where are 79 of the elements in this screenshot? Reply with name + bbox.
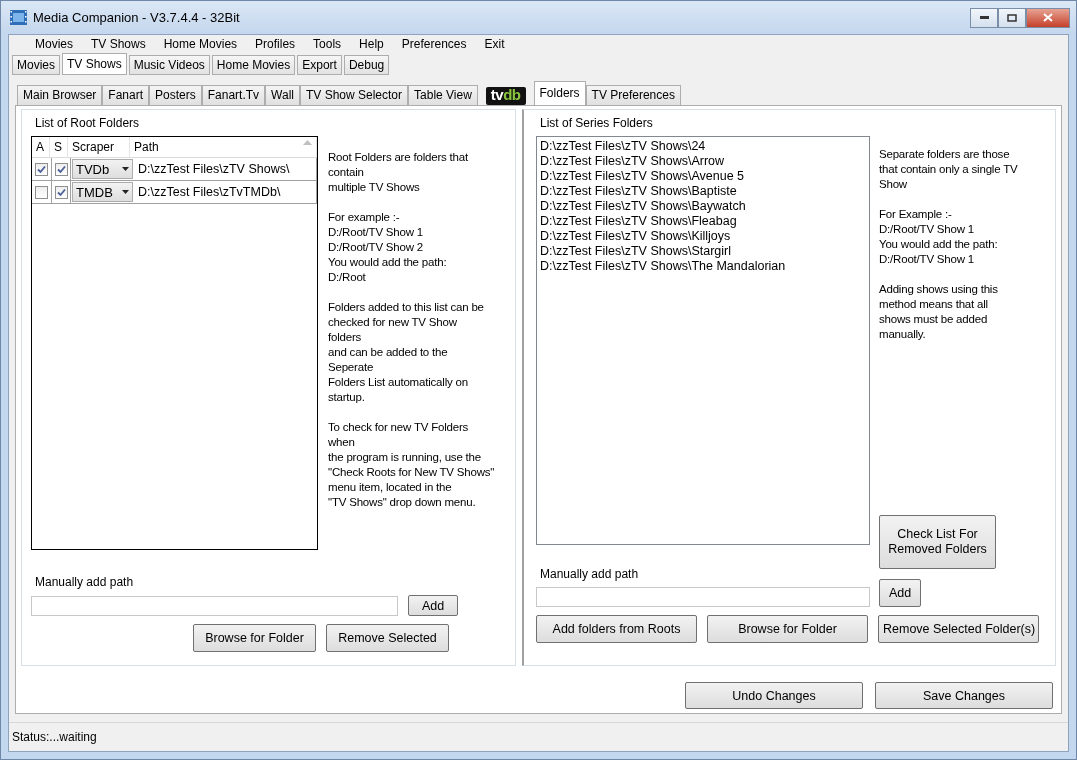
sort-icon	[303, 140, 312, 145]
close-icon	[1043, 13, 1053, 22]
menu-item[interactable]: Exit	[475, 37, 514, 51]
tab[interactable]: TV Shows	[62, 53, 127, 75]
column-header[interactable]: Path	[130, 137, 317, 157]
tab[interactable]: TV Preferences	[585, 85, 681, 105]
close-button[interactable]	[1026, 7, 1070, 28]
checkbox[interactable]	[54, 162, 68, 176]
list-item[interactable]: D:\zzTest Files\zTV Shows\The Mandalorian	[540, 259, 866, 274]
add-button[interactable]: Add	[408, 595, 458, 616]
menu-item[interactable]: Tools	[304, 37, 351, 51]
table-cell: D:\zzTest Files\zTvTMDb\	[134, 181, 317, 203]
button[interactable]: Browse for Folder	[707, 615, 868, 643]
button[interactable]: Undo Changes	[685, 682, 863, 709]
minimize-button[interactable]	[970, 7, 998, 28]
column-header[interactable]: A	[32, 137, 50, 157]
tab[interactable]: Main Browser	[17, 85, 103, 105]
tab[interactable]: Table View	[408, 85, 478, 105]
menu-item[interactable]: Help	[350, 37, 393, 51]
help-text: Separate folders are those that contain only a single TV Show	[879, 147, 1019, 192]
help-text: To check for new TV Folders when the program is running, use the "Check Roots for New TV Shows" menu item, located in the "TV Shows" drop down menu.	[328, 420, 495, 510]
button[interactable]: Remove Selected Folder(s)	[878, 615, 1039, 643]
checkbox[interactable]	[35, 162, 48, 176]
button[interactable]: Remove Selected	[326, 624, 449, 652]
list-item[interactable]: D:\zzTest Files\zTV Shows\Baptiste	[540, 184, 866, 199]
add-button[interactable]: Add	[879, 579, 921, 607]
help-text: Adding shows using this method means that all shows must be added manually.	[879, 282, 999, 342]
field-label: Manually add path	[539, 567, 640, 581]
maximize-icon	[1007, 13, 1017, 22]
window-title: Media Companion - V3.7.4.4 - 32Bit	[33, 10, 240, 25]
tab[interactable]: Movies	[12, 55, 60, 75]
path-input-field[interactable]	[536, 587, 870, 607]
menu-item[interactable]: Movies	[26, 37, 82, 51]
scraper-dropdown[interactable]: TMDB	[72, 182, 133, 202]
section-title: List of Root Folders	[34, 116, 141, 130]
tab[interactable]: Fanart	[102, 85, 150, 105]
checkbox[interactable]	[35, 185, 48, 199]
tab[interactable]: Posters	[149, 85, 202, 105]
button[interactable]: Save Changes	[875, 682, 1053, 709]
checkbox[interactable]	[54, 185, 68, 199]
help-text: Folders added to this list can be checked for new TV Show folders and can be added to the Seperate Folders List automatically on startup.	[328, 300, 485, 405]
help-text: Root Folders are folders that contain multiple TV Shows	[328, 150, 469, 195]
button[interactable]: Add folders from Roots	[536, 615, 697, 643]
help-text: For Example :- D:/Root/TV Show 1 You would add the path: D:/Root/TV Show 1	[879, 207, 999, 267]
path-input-field[interactable]	[31, 595, 398, 616]
list-item[interactable]: D:\zzTest Files\zTV Shows\Stargirl	[540, 244, 866, 259]
list-item[interactable]: D:\zzTest Files\zTV Shows\24	[540, 139, 866, 154]
tab[interactable]: Debug	[343, 55, 390, 75]
tab[interactable]: Music Videos	[128, 55, 210, 75]
caret-icon	[122, 190, 129, 194]
caret-icon	[122, 167, 129, 171]
list-item[interactable]: D:\zzTest Files\zTV Shows\Baywatch	[540, 199, 866, 214]
help-text: For example :- D:/Root/TV Show 1 D:/Root/TV Show 2 You would add the path: D:/Root	[328, 210, 448, 285]
list-item[interactable]: D:\zzTest Files\zTV Shows\Killjoys	[540, 229, 866, 244]
column-header[interactable]: S	[50, 137, 68, 157]
menu-item[interactable]: Preferences	[392, 37, 476, 51]
tab[interactable]: TV Show Selector	[300, 85, 409, 105]
tab[interactable]: Wall	[265, 85, 300, 105]
column-header[interactable]: Scraper	[68, 137, 130, 157]
scraper-dropdown[interactable]: TVDb	[72, 159, 133, 179]
tab[interactable]: Fanart.Tv	[201, 85, 266, 105]
menu-item[interactable]: Home Movies	[154, 37, 247, 51]
field-label: Manually add path	[34, 575, 135, 589]
list-item[interactable]: D:\zzTest Files\zTV Shows\Arrow	[540, 154, 866, 169]
maximize-button[interactable]	[998, 7, 1026, 28]
button[interactable]: Browse for Folder	[193, 624, 316, 652]
table-cell: D:\zzTest Files\zTV Shows\	[134, 158, 317, 180]
menu-item[interactable]: TV Shows	[82, 37, 155, 51]
list-item[interactable]: D:\zzTest Files\zTV Shows\Avenue 5	[540, 169, 866, 184]
list-item[interactable]: D:\zzTest Files\zTV Shows\Fleabag	[540, 214, 866, 229]
tab[interactable]: Export	[297, 55, 342, 75]
section-title: List of Series Folders	[539, 116, 654, 130]
check-list-button[interactable]: Check List For Removed Folders	[879, 515, 996, 569]
minimize-icon	[979, 16, 989, 19]
tab[interactable]: Home Movies	[211, 55, 296, 75]
tvdb-logo-tab[interactable]: tvdb	[485, 87, 526, 105]
film-icon	[10, 10, 27, 25]
tab[interactable]: Folders	[533, 81, 586, 105]
menu-item[interactable]: Profiles	[246, 37, 305, 51]
